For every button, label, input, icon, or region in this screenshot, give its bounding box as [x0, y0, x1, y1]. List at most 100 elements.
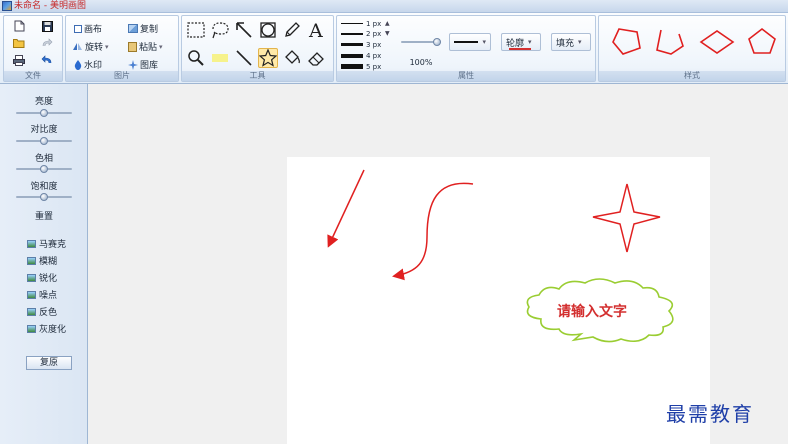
image-effect-icon [27, 324, 36, 333]
copy-button[interactable]: 复制 [128, 22, 158, 35]
fill-dropdown[interactable]: 填充 ▾ [551, 33, 591, 51]
open-polygon-shape-icon[interactable] [653, 26, 687, 58]
image-effect-icon [27, 256, 36, 265]
eraser-icon[interactable] [306, 48, 326, 68]
straight-line-icon[interactable] [234, 48, 254, 68]
effect-sharpen[interactable]: 锐化 [27, 271, 57, 284]
zoom-level: 100% [409, 58, 433, 67]
new-file-icon[interactable] [12, 19, 26, 33]
window-title: 未命名 - 美明画图 [14, 0, 86, 11]
chevron-down-icon: ▾ [482, 38, 486, 46]
zoom-slider[interactable] [401, 38, 441, 46]
drawing-canvas[interactable]: 请输入文字 [287, 157, 710, 444]
tools-group-label: 工具 [182, 71, 333, 81]
effect-blur[interactable]: 模糊 [27, 254, 57, 267]
pencil-icon[interactable] [282, 20, 302, 40]
watermark-label: 水印 [84, 61, 103, 71]
rect-select-icon[interactable] [186, 20, 206, 40]
contrast-slider[interactable] [16, 137, 72, 145]
zoom-slider-thumb[interactable] [433, 38, 441, 46]
chevron-down-icon: ▾ [528, 38, 532, 46]
water-drop-icon [74, 59, 82, 70]
adjustment-panel: 亮度 对比度 色相 饱和度 重置 马赛克 模糊 锐化 噪点 反色 灰度化 复原 [0, 84, 88, 444]
line-width-label: 4 px [366, 51, 382, 60]
regular-pentagon-shape-icon[interactable] [745, 26, 779, 58]
tools-group: A 工具 [181, 15, 334, 82]
saturation-slider-thumb[interactable] [40, 193, 48, 201]
hue-label: 色相 [34, 154, 53, 164]
outline-label: 轮廓 [506, 38, 525, 49]
effect-label: 马赛克 [39, 240, 67, 250]
file-group: 文件 [3, 15, 63, 82]
file-group-label: 文件 [4, 71, 62, 81]
line-style-sample [454, 41, 479, 43]
line-width-option[interactable]: 3 px [341, 40, 381, 49]
brightness-slider-thumb[interactable] [40, 109, 48, 117]
open-folder-icon[interactable] [12, 36, 26, 50]
brightness-slider[interactable] [16, 109, 72, 117]
saturation-label: 饱和度 [30, 182, 58, 192]
reset-adjustments-link[interactable]: 重置 [0, 209, 88, 222]
chevron-down-icon: ▾ [578, 38, 582, 46]
straight-arrow-shape [327, 169, 365, 248]
gallery-button[interactable]: 图库 [128, 58, 158, 71]
magnifier-icon[interactable] [186, 48, 206, 68]
effect-invert[interactable]: 反色 [27, 305, 57, 318]
line-style-dropdown[interactable]: ▾ [449, 33, 491, 51]
text-tool-icon[interactable]: A [306, 20, 326, 40]
canvas-drawing [327, 169, 674, 343]
highlighter-icon[interactable] [210, 48, 230, 68]
image-effect-icon [27, 239, 36, 248]
saturation-slider[interactable] [16, 193, 72, 201]
ribbon-toolbar: 文件 画布 复制 旋转 ▾ 粘贴 ▾ 水印 图库 图片 A 工具 1 px 2 … [0, 13, 788, 84]
four-point-star-shape [592, 183, 661, 253]
paste-icon [128, 41, 137, 52]
rotate-label: 旋转 [85, 43, 104, 53]
effect-noise[interactable]: 噪点 [27, 288, 57, 301]
canvas-icon [74, 24, 82, 33]
restore-button[interactable]: 复原 [26, 356, 72, 370]
star-shape-icon[interactable] [258, 48, 278, 68]
fill-label: 填充 [556, 38, 575, 49]
save-icon[interactable] [40, 19, 54, 33]
effect-label: 锐化 [39, 274, 58, 284]
copy-icon [128, 24, 138, 33]
image-effect-icon [27, 273, 36, 282]
fill-bucket-icon[interactable] [282, 48, 302, 68]
watermark-button[interactable]: 水印 [74, 58, 102, 71]
watermark-text: 最需教育 [666, 402, 754, 426]
shape-ellipse-icon[interactable] [258, 20, 278, 40]
effect-label: 灰度化 [39, 325, 67, 335]
rotate-dropdown-arrow: ▾ [105, 42, 109, 51]
lasso-select-icon[interactable] [210, 20, 230, 40]
paste-button[interactable]: 粘贴 ▾ [128, 40, 163, 53]
canvas-button[interactable]: 画布 [74, 22, 102, 35]
image-effect-icon [27, 307, 36, 316]
pentagon-shape-icon[interactable] [609, 26, 643, 58]
hue-slider-thumb[interactable] [40, 165, 48, 173]
redo-icon[interactable] [40, 36, 54, 50]
effect-label: 反色 [39, 308, 58, 318]
line-width-option[interactable]: 2 px [341, 29, 381, 38]
rotate-button[interactable]: 旋转 ▾ [72, 40, 109, 53]
effect-label: 噪点 [39, 291, 58, 301]
hue-slider[interactable] [16, 165, 72, 173]
line-width-option[interactable]: 1 px [341, 19, 381, 28]
diamond-shape-icon[interactable] [699, 26, 735, 58]
line-width-option[interactable]: 5 px [341, 62, 381, 71]
line-arrow-icon[interactable] [234, 20, 254, 40]
copy-label: 复制 [140, 25, 159, 35]
image-group: 画布 复制 旋转 ▾ 粘贴 ▾ 水印 图库 图片 [65, 15, 179, 82]
line-width-scroll-arrows[interactable]: ▲ ▼ [385, 19, 390, 39]
effect-mosaic[interactable]: 马赛克 [27, 237, 66, 250]
line-width-option[interactable]: 4 px [341, 51, 381, 60]
rotate-icon [73, 43, 82, 50]
bubble-text[interactable]: 请输入文字 [557, 301, 627, 321]
image-group-label: 图片 [66, 71, 178, 81]
print-icon[interactable] [12, 53, 26, 67]
styles-group-label: 样式 [599, 71, 785, 81]
undo-icon[interactable] [40, 53, 54, 67]
paste-dropdown-arrow: ▾ [159, 42, 163, 51]
effect-grayscale[interactable]: 灰度化 [27, 322, 66, 335]
contrast-slider-thumb[interactable] [40, 137, 48, 145]
